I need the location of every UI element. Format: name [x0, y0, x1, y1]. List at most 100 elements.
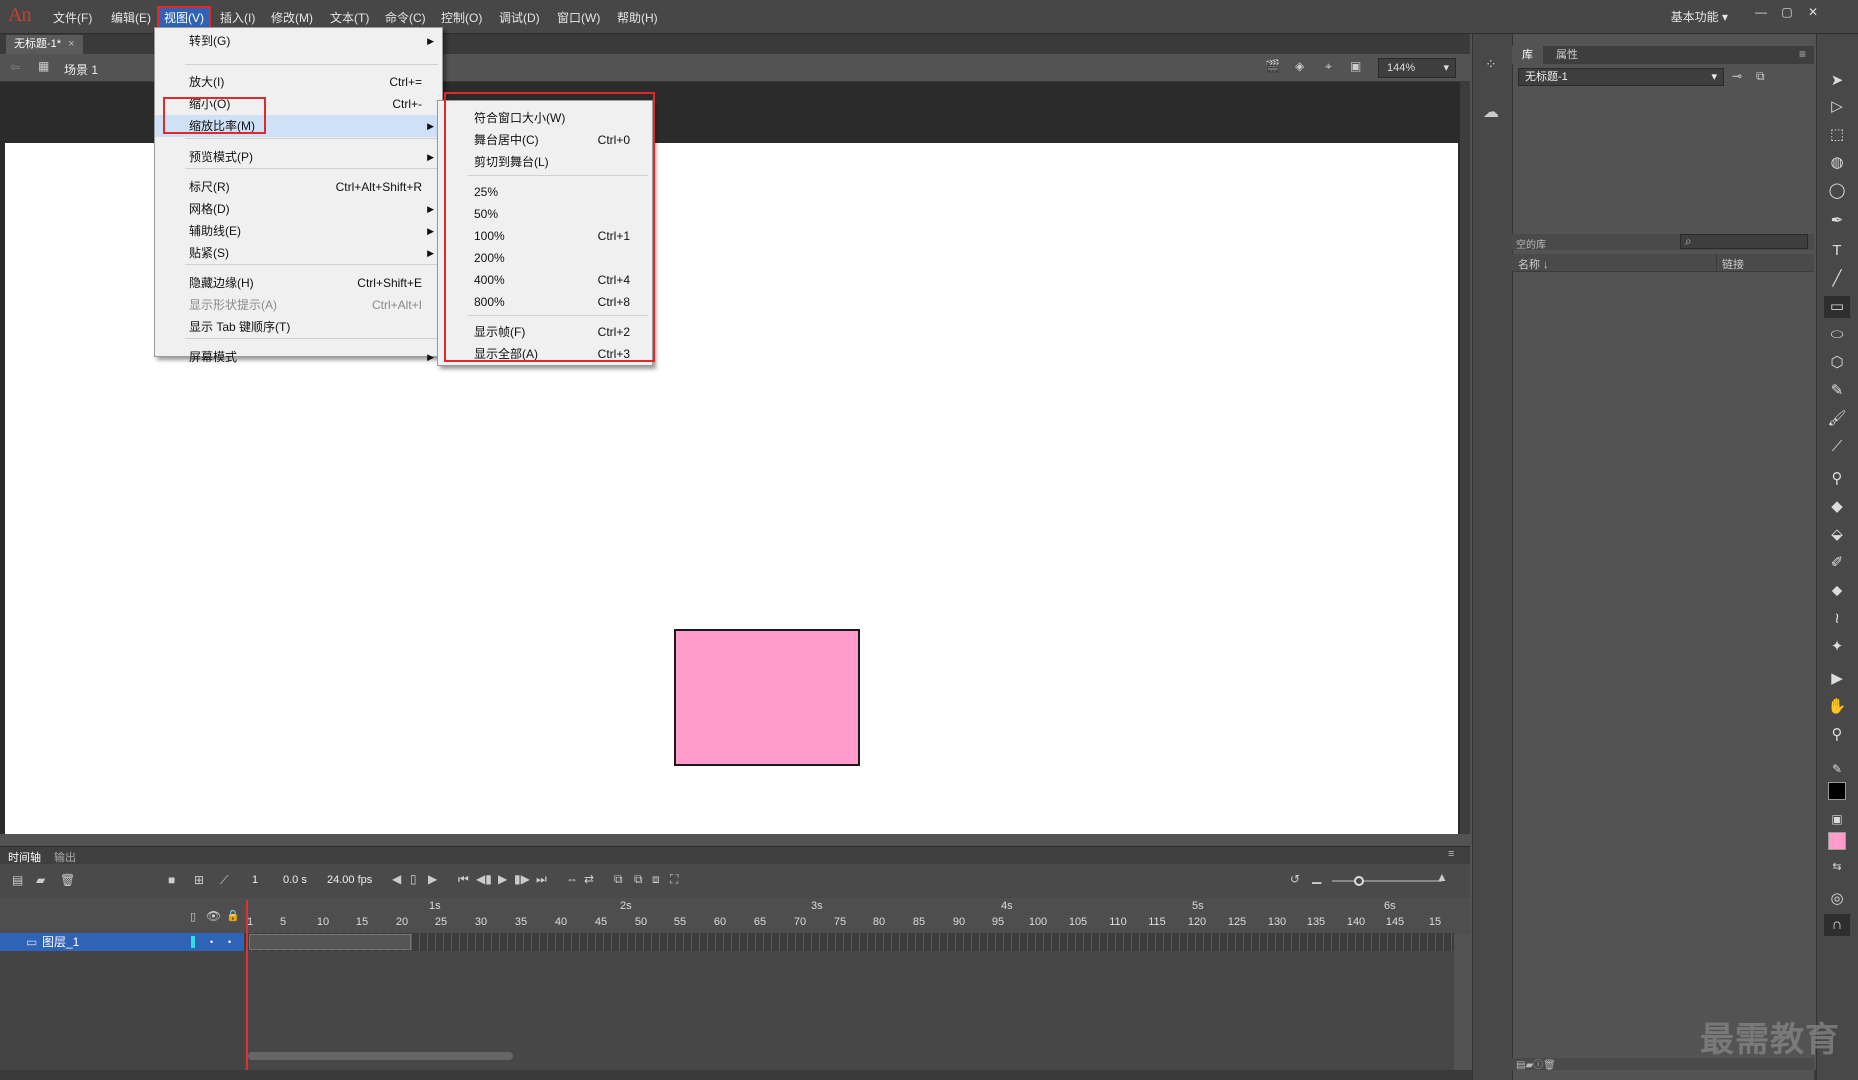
close-button[interactable]: ✕: [1800, 2, 1826, 22]
lock-icon[interactable]: 🔒: [226, 909, 240, 922]
tab-timeline[interactable]: 时间轴: [8, 849, 41, 865]
tab-properties[interactable]: 属性: [1546, 46, 1588, 64]
loop-icon[interactable]: ⇔: [566, 872, 578, 886]
step-forward-icon[interactable]: ▮▶: [514, 872, 530, 886]
menu-control[interactable]: 控制(O): [436, 8, 487, 28]
brush-tool-icon[interactable]: ⟋: [1824, 436, 1850, 458]
zoom-tool-icon[interactable]: ⚲: [1824, 724, 1850, 746]
eyedropper-tool-icon[interactable]: ✐: [1824, 552, 1850, 574]
pink-rectangle-shape[interactable]: [674, 629, 860, 766]
polystar-tool-icon[interactable]: ⬡: [1824, 352, 1850, 374]
3d-rotation-tool-icon[interactable]: ◍: [1824, 152, 1850, 174]
ink-bottle-tool-icon[interactable]: ⬙: [1824, 524, 1850, 546]
hand-tool-icon[interactable]: ✋: [1824, 696, 1850, 718]
zoom-select[interactable]: 144% ▾: [1378, 58, 1456, 78]
view-menu-item[interactable]: 标尺(R) Ctrl+Alt+Shift+R: [155, 176, 442, 198]
panel-menu-icon[interactable]: ≡: [1799, 47, 1806, 61]
eraser-tool-icon[interactable]: ⬥: [1824, 580, 1850, 602]
paint-brush-tool-icon[interactable]: 🖌: [1824, 408, 1850, 430]
layer-parenting-icon[interactable]: ⊞: [194, 873, 204, 887]
timeline-zoom-slider[interactable]: [1332, 880, 1442, 882]
previous-keyframe-icon[interactable]: ◀: [392, 872, 401, 886]
layer-frames[interactable]: [244, 933, 1454, 951]
menu-modify[interactable]: 修改(M): [266, 8, 318, 28]
next-keyframe-icon[interactable]: ▶: [428, 872, 437, 886]
layer-color-swatch[interactable]: [191, 936, 195, 948]
center-stage-icon[interactable]: ⌖: [1325, 59, 1332, 74]
paint-bucket-tool-icon[interactable]: ◆: [1824, 496, 1850, 518]
minimize-button[interactable]: —: [1748, 2, 1774, 22]
snap-magnet-icon[interactable]: ∩: [1824, 914, 1850, 936]
edit-symbol-icon[interactable]: ◈: [1295, 59, 1304, 73]
menu-commands[interactable]: 命令(C): [380, 8, 431, 28]
view-menu-item[interactable]: 显示 Tab 键顺序(T): [155, 316, 442, 338]
new-symbol-icon[interactable]: ▤▰ⓘ🗑: [1516, 1056, 1556, 1071]
back-arrow-icon[interactable]: ⇦: [10, 60, 20, 74]
menu-text[interactable]: 文本(T): [325, 8, 374, 28]
fill-color-icon[interactable]: ▣: [1824, 808, 1850, 830]
view-menu-item[interactable]: 隐藏边缘(H) Ctrl+Shift+E: [155, 272, 442, 294]
tab-library[interactable]: 库: [1512, 46, 1543, 64]
zoom-in-timeline-icon[interactable]: ▲: [1436, 870, 1448, 884]
stroke-color-swatch[interactable]: [1828, 782, 1846, 800]
swap-colors-icon[interactable]: ⇆: [1824, 856, 1850, 878]
bone-tool-icon[interactable]: ⚲: [1824, 468, 1850, 490]
rectangle-tool-icon[interactable]: ▭: [1824, 296, 1850, 318]
motion-presets-icon[interactable]: ⁘: [1485, 56, 1497, 73]
first-frame-icon[interactable]: ⏮: [458, 872, 469, 887]
onion-markers-icon[interactable]: ⛶: [670, 872, 678, 887]
visible-dot-icon[interactable]: •: [210, 933, 213, 951]
document-tab[interactable]: 无标题-1* ×: [6, 35, 83, 54]
column-name[interactable]: 名称 ↓: [1518, 256, 1549, 272]
view-menu-item[interactable]: 预览模式(P) ▶: [155, 146, 442, 168]
fill-color-swatch[interactable]: [1828, 832, 1846, 850]
play-icon[interactable]: ▶: [498, 872, 507, 886]
stage-vertical-scrollbar[interactable]: [1460, 82, 1470, 834]
menu-help[interactable]: 帮助(H): [612, 8, 663, 28]
outline-all-icon[interactable]: ▯: [190, 910, 196, 923]
asset-warp-tool-icon[interactable]: ✦: [1824, 636, 1850, 658]
pencil-tool-icon[interactable]: ✎: [1824, 380, 1850, 402]
library-document-select[interactable]: 无标题-1 ▾: [1518, 68, 1724, 86]
slider-handle[interactable]: [1354, 876, 1364, 886]
insert-keyframe-icon[interactable]: ▯: [410, 872, 417, 886]
onion-skin-icon[interactable]: ⧉: [614, 872, 623, 887]
camera-icon[interactable]: ■: [168, 873, 175, 887]
menu-window[interactable]: 窗口(W): [552, 8, 605, 28]
current-frame[interactable]: 1: [252, 874, 258, 886]
view-menu-item[interactable]: 转到(G) ▶: [155, 30, 442, 52]
pen-tool-icon[interactable]: ✒: [1824, 210, 1850, 232]
view-menu-item[interactable]: 辅助线(E) ▶: [155, 220, 442, 242]
maximize-button[interactable]: ▢: [1774, 2, 1800, 22]
stroke-color-icon[interactable]: ✎: [1824, 758, 1850, 780]
menu-debug[interactable]: 调试(D): [494, 8, 545, 28]
center-frame-icon[interactable]: ⇄: [584, 872, 594, 886]
edit-multiple-frames-icon[interactable]: ⧈: [652, 872, 660, 887]
workspace-switcher[interactable]: 基本功能 ▾: [1671, 8, 1728, 25]
new-library-icon[interactable]: ⧉: [1756, 69, 1765, 84]
close-icon[interactable]: ×: [68, 38, 74, 50]
layer-row[interactable]: ▭ 图层_1 • •: [0, 933, 244, 951]
menu-edit[interactable]: 编辑(E): [106, 8, 156, 28]
library-search-input[interactable]: ⌕: [1680, 234, 1808, 249]
new-folder-icon[interactable]: ▰: [36, 873, 45, 887]
timeline-horizontal-scrollbar[interactable]: [248, 1052, 513, 1060]
column-linkage[interactable]: 链接: [1722, 256, 1744, 272]
text-tool-icon[interactable]: T: [1824, 240, 1850, 262]
zoom-out-timeline-icon[interactable]: ▁: [1312, 870, 1321, 884]
cc-libraries-icon[interactable]: ☁: [1483, 102, 1499, 122]
oval-tool-icon[interactable]: ⬭: [1824, 324, 1850, 346]
frames-area[interactable]: [244, 934, 1454, 1070]
view-menu-item[interactable]: 网格(D) ▶: [155, 198, 442, 220]
elapsed-time[interactable]: 0.0 s: [283, 874, 307, 886]
edit-scene-icon[interactable]: 🎬: [1265, 59, 1280, 73]
menu-insert[interactable]: 插入(I): [215, 8, 260, 28]
tab-output[interactable]: 输出: [54, 849, 76, 865]
graph-icon[interactable]: ⟋: [220, 873, 228, 888]
delete-icon[interactable]: 🗑: [60, 873, 75, 887]
new-layer-icon[interactable]: ▤: [12, 873, 23, 887]
line-tool-icon[interactable]: ╱: [1824, 268, 1850, 290]
subselection-tool-icon[interactable]: ▷: [1824, 96, 1850, 118]
selection-tool-icon[interactable]: ➤: [1824, 70, 1850, 92]
panel-menu-icon[interactable]: ≡: [1448, 848, 1454, 860]
